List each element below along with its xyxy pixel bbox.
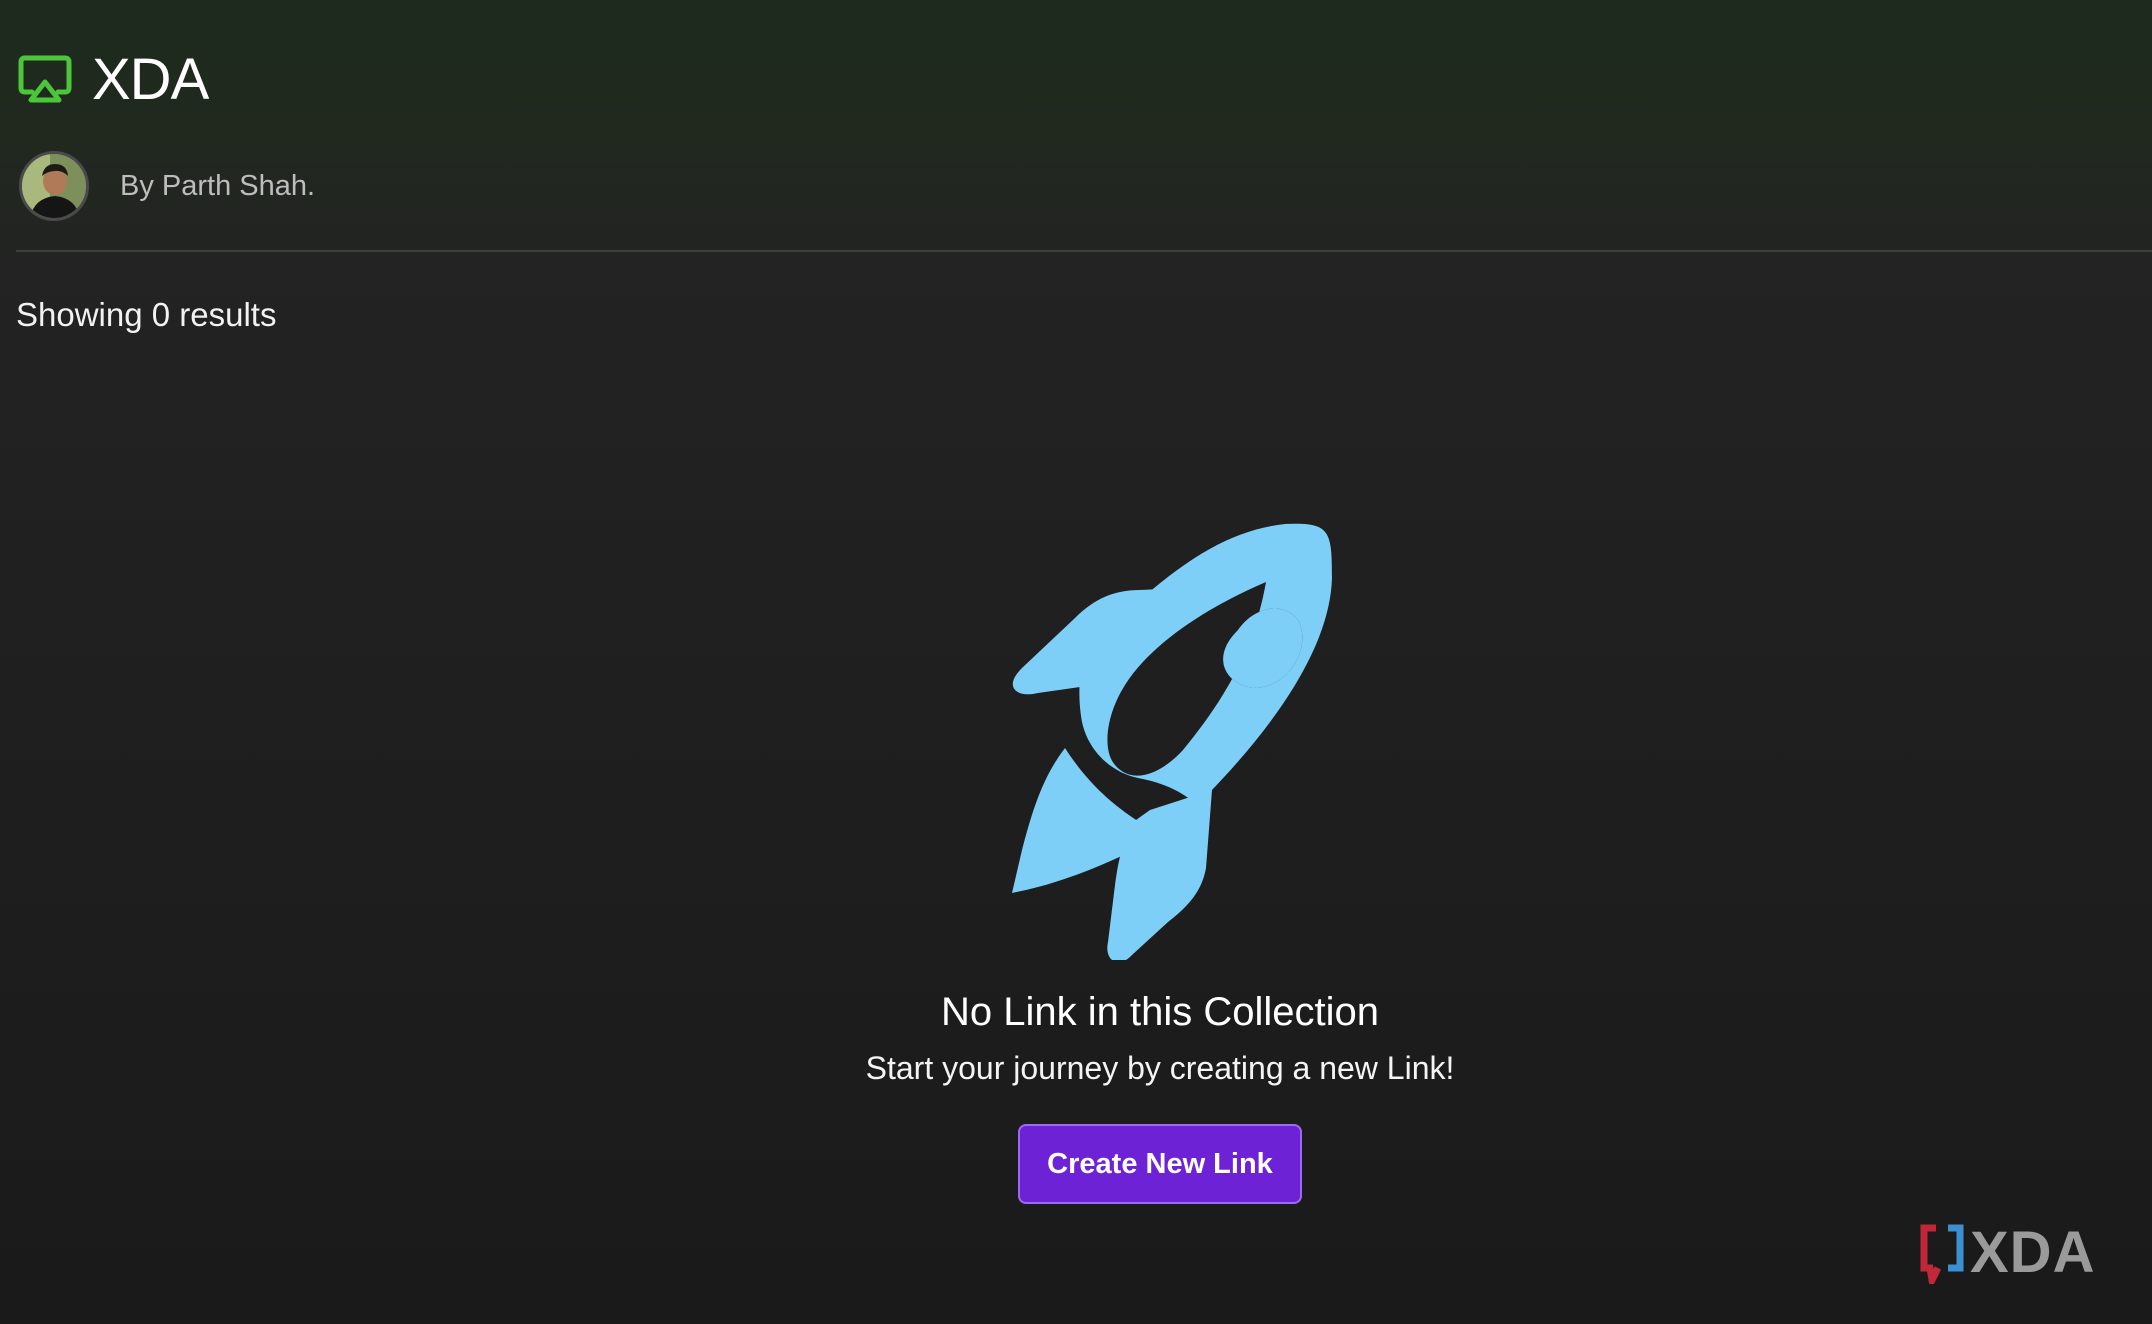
xda-watermark: XDA <box>1918 1220 2096 1292</box>
xda-logo-icon <box>1918 1222 1966 1292</box>
results-count: Showing 0 results <box>16 296 277 333</box>
create-new-link-button[interactable]: Create New Link <box>1018 1124 1302 1204</box>
rocket-icon <box>910 460 1410 963</box>
empty-state-subtitle: Start your journey by creating a new Lin… <box>865 1050 1455 1086</box>
collection-header: XDA By Parth Shah. <box>0 0 2152 252</box>
watermark-text: XDA <box>1970 1220 2096 1285</box>
author-byline: By Parth Shah. <box>120 169 316 202</box>
header-divider <box>16 250 2152 252</box>
airplay-icon <box>18 54 72 106</box>
author-row: By Parth Shah. <box>19 150 315 222</box>
collection-title: XDA <box>92 47 209 112</box>
avatar[interactable] <box>19 151 89 221</box>
empty-state-title: No Link in this Collection <box>941 990 1379 1034</box>
collection-title-row: XDA <box>18 44 209 116</box>
